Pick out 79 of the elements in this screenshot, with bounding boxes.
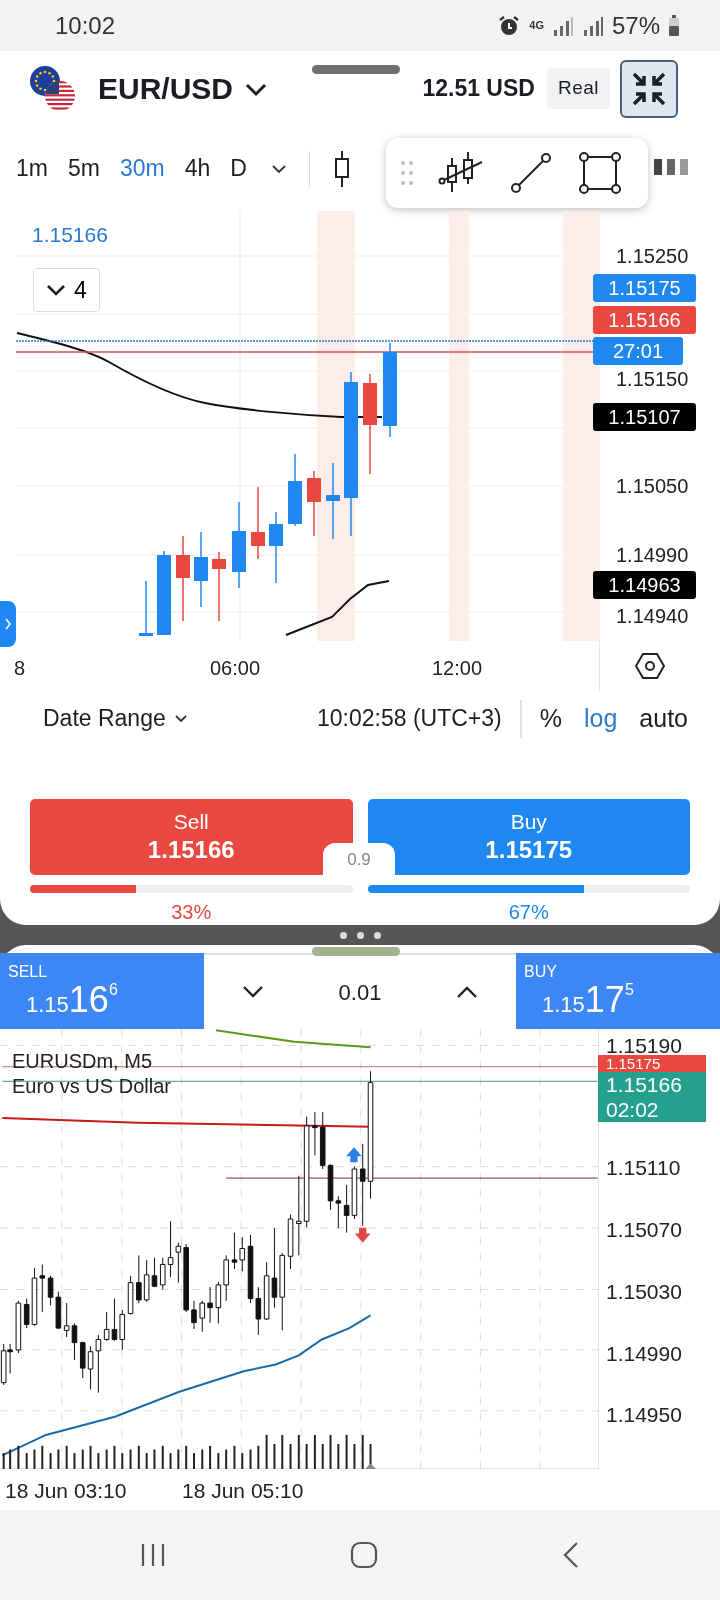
price-badge: 1.15175 <box>593 274 696 302</box>
time-axis-label: 06:00 <box>210 656 261 681</box>
candlestick <box>139 580 153 636</box>
sentiment-percent: 67% <box>508 901 549 923</box>
timeframe-tab[interactable]: 4h <box>174 151 221 186</box>
chart-symbol-label: EURUSDm, M5 <box>12 1049 152 1073</box>
time-axis-label: 8 <box>14 656 26 681</box>
chevron-up-icon[interactable] <box>456 985 479 999</box>
price-badge: 1.14963 <box>593 571 696 599</box>
time-axis-label: 18 Jun 03:10 <box>5 1478 127 1504</box>
sell-arrow-icon <box>354 1227 371 1243</box>
trend-line-icon[interactable] <box>510 152 552 194</box>
price-tick-label: 1.15150 <box>616 367 689 391</box>
price-tick-label: 1.15030 <box>606 1280 682 1304</box>
battery-icon <box>668 14 680 37</box>
pager-dot <box>339 931 347 939</box>
spread-label: 0.9 <box>323 843 395 877</box>
price-badge: 1.15107 <box>593 403 696 431</box>
scale-toggle[interactable]: log <box>583 699 618 738</box>
rectangle-icon[interactable] <box>578 151 622 195</box>
signal-icon <box>581 14 604 37</box>
settings-icon[interactable] <box>635 651 665 681</box>
price-badge: 1.15175 <box>598 1055 706 1072</box>
date-range-dropdown[interactable]: Date Range <box>43 701 188 736</box>
timeframe-tab[interactable]: 30m <box>109 151 175 186</box>
timeframe-tab[interactable]: 5m <box>57 151 110 186</box>
price-badge: 1.15166 <box>593 306 696 334</box>
time-axis-label: 12:00 <box>432 656 483 681</box>
price-tick-label: 1.15050 <box>616 474 689 498</box>
scale-toggle[interactable]: auto <box>639 699 688 738</box>
pager-dot <box>373 931 381 939</box>
last-price-label: 1.15166 <box>32 222 108 248</box>
account-type-badge: Real <box>546 68 610 109</box>
indicators-button[interactable]: 4 <box>33 268 100 312</box>
price-tick-label: 1.15250 <box>616 244 689 268</box>
columns-icon[interactable] <box>654 157 690 177</box>
network-type: 4G <box>529 20 544 31</box>
chevron-down-icon <box>173 713 188 724</box>
candlestick <box>212 551 226 622</box>
timeframe-tab[interactable]: D <box>220 151 257 186</box>
collapse-button[interactable] <box>620 59 678 118</box>
volume-value: 0.01 <box>338 978 382 1007</box>
chart-description-label: Euro vs US Dollar <box>12 1074 171 1098</box>
countdown-badge: 02:02 <box>598 1097 706 1122</box>
chevron-right-icon <box>4 618 12 630</box>
signal-icon <box>551 14 574 37</box>
sentiment-percent: 33% <box>171 901 212 923</box>
candlestick <box>191 1300 197 1330</box>
collapse-icon <box>631 70 667 107</box>
current-bar-marker <box>365 1463 377 1469</box>
price-badge: 1.15166 <box>598 1072 706 1097</box>
symbol-title[interactable]: EUR/USD <box>98 66 233 111</box>
price-tick-label: 1.14950 <box>606 1403 682 1427</box>
price-tick-label: 1.15110 <box>606 1156 681 1180</box>
buy-arrow-icon <box>346 1147 362 1163</box>
recent-apps-icon[interactable] <box>139 1542 167 1568</box>
drag-handle[interactable] <box>312 65 400 74</box>
clock-text: 10:02:58 (UTC+3) <box>317 704 502 734</box>
price-tick-label: 1.15190 <box>606 1034 682 1058</box>
price-tick-label: 1.14940 <box>616 604 689 628</box>
account-balance: 12.51 USD <box>422 74 535 104</box>
drag-dots-icon[interactable] <box>400 160 414 186</box>
back-icon[interactable] <box>561 1540 581 1570</box>
home-icon[interactable] <box>349 1540 379 1570</box>
status-time: 10:02 <box>55 10 116 41</box>
expand-tab[interactable] <box>0 601 16 647</box>
chevron-down-icon <box>46 283 66 297</box>
candlestick <box>307 470 321 537</box>
time-axis-label: 18 Jun 05:10 <box>182 1478 304 1504</box>
scale-toggle[interactable]: % <box>539 699 562 738</box>
countdown-badge: 27:01 <box>593 337 683 365</box>
chevron-down-icon[interactable] <box>241 985 264 999</box>
price-tick-label: 1.14990 <box>616 543 689 567</box>
battery-percent: 57% <box>611 10 660 41</box>
price-tick-label: 1.14990 <box>606 1342 682 1366</box>
pager-dot <box>356 931 364 939</box>
drag-handle[interactable] <box>312 947 400 956</box>
price-tick-label: 1.15070 <box>606 1218 682 1242</box>
timeframe-tab[interactable]: 1m <box>6 151 58 186</box>
